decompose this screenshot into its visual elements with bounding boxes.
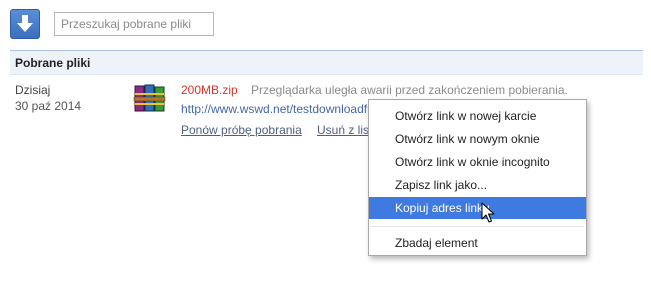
remove-from-list-link[interactable]: Usuń z listy bbox=[317, 123, 369, 137]
section-title: Pobrane pliki bbox=[10, 51, 643, 75]
menu-item-inspect-element[interactable]: Zbadaj element bbox=[369, 232, 586, 254]
menu-item-save-link-as[interactable]: Zapisz link jako... bbox=[369, 174, 586, 196]
download-status: Przeglądarka uległa awarii przed zakończ… bbox=[251, 83, 568, 97]
menu-item-open-new-window[interactable]: Otwórz link w nowym oknie bbox=[369, 128, 586, 150]
context-menu: Otwórz link w nowej karcie Otwórz link w… bbox=[368, 99, 587, 256]
down-arrow-icon bbox=[17, 15, 33, 32]
menu-item-open-new-tab[interactable]: Otwórz link w nowej karcie bbox=[369, 105, 586, 127]
menu-item-open-incognito[interactable]: Otwórz link w oknie incognito bbox=[369, 151, 586, 173]
search-input[interactable] bbox=[54, 12, 214, 36]
archive-books-icon bbox=[133, 84, 166, 112]
date-full: 30 paź 2014 bbox=[15, 99, 82, 113]
date-day: Dzisiaj bbox=[15, 83, 51, 97]
menu-separator bbox=[371, 226, 584, 227]
downloads-button[interactable] bbox=[10, 9, 40, 39]
mouse-pointer-icon bbox=[481, 202, 495, 223]
retry-download-link[interactable]: Ponów próbę pobrania bbox=[181, 123, 302, 137]
menu-item-copy-link-address[interactable]: Kopiuj adres linku bbox=[369, 197, 586, 219]
file-name[interactable]: 200MB.zip bbox=[181, 83, 238, 97]
